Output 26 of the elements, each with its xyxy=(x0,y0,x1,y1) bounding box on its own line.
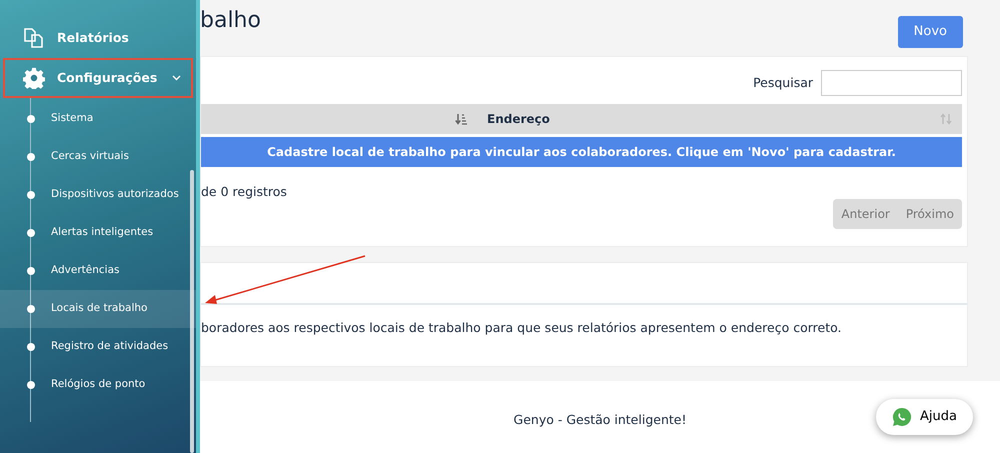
submenu-item[interactable]: Relógios de ponto xyxy=(0,366,196,404)
submenu-item[interactable]: Registro de atividades xyxy=(0,328,196,366)
menu-item[interactable]: Relatórios xyxy=(3,18,193,58)
chat-icon xyxy=(892,407,912,427)
sort-icon[interactable] xyxy=(455,113,467,125)
submenu-item[interactable]: Alertas inteligentes xyxy=(0,214,196,252)
search-field[interactable] xyxy=(821,70,962,96)
document-icon xyxy=(23,27,45,49)
chevron-icon xyxy=(172,75,181,81)
empty-table-message: Cadastre local de trabalho para vincular aos colaboradores. Clique em 'Novo' para cadastrar. xyxy=(201,137,962,167)
submenu-item[interactable]: Dispositivos autorizados xyxy=(0,176,196,214)
submenu-item[interactable]: Advertências xyxy=(0,252,196,290)
search-label: Pesquisar xyxy=(753,74,813,92)
submenu-item[interactable]: Cercas virtuais xyxy=(0,138,196,176)
submenu-item[interactable]: Locais de trabalho xyxy=(0,290,196,328)
column-header[interactable]: Endereço xyxy=(487,110,550,128)
menu-item[interactable]: Configurações xyxy=(3,58,193,98)
info-text: boradores aos respectivos locais de trabalho para que seus relatórios apresentem o endereço correto. xyxy=(201,320,842,335)
submenu-item[interactable]: Sistema xyxy=(0,100,196,138)
new-button[interactable]: Novo xyxy=(898,16,963,48)
settings-icon xyxy=(23,67,45,89)
footer-text: Genyo - Gestão inteligente! xyxy=(514,412,686,427)
table-info: de 0 registros xyxy=(201,183,287,201)
page-title: balho xyxy=(200,8,261,34)
help-button[interactable]: Ajuda xyxy=(876,399,973,435)
scrollbar-thumb[interactable] xyxy=(190,170,194,453)
